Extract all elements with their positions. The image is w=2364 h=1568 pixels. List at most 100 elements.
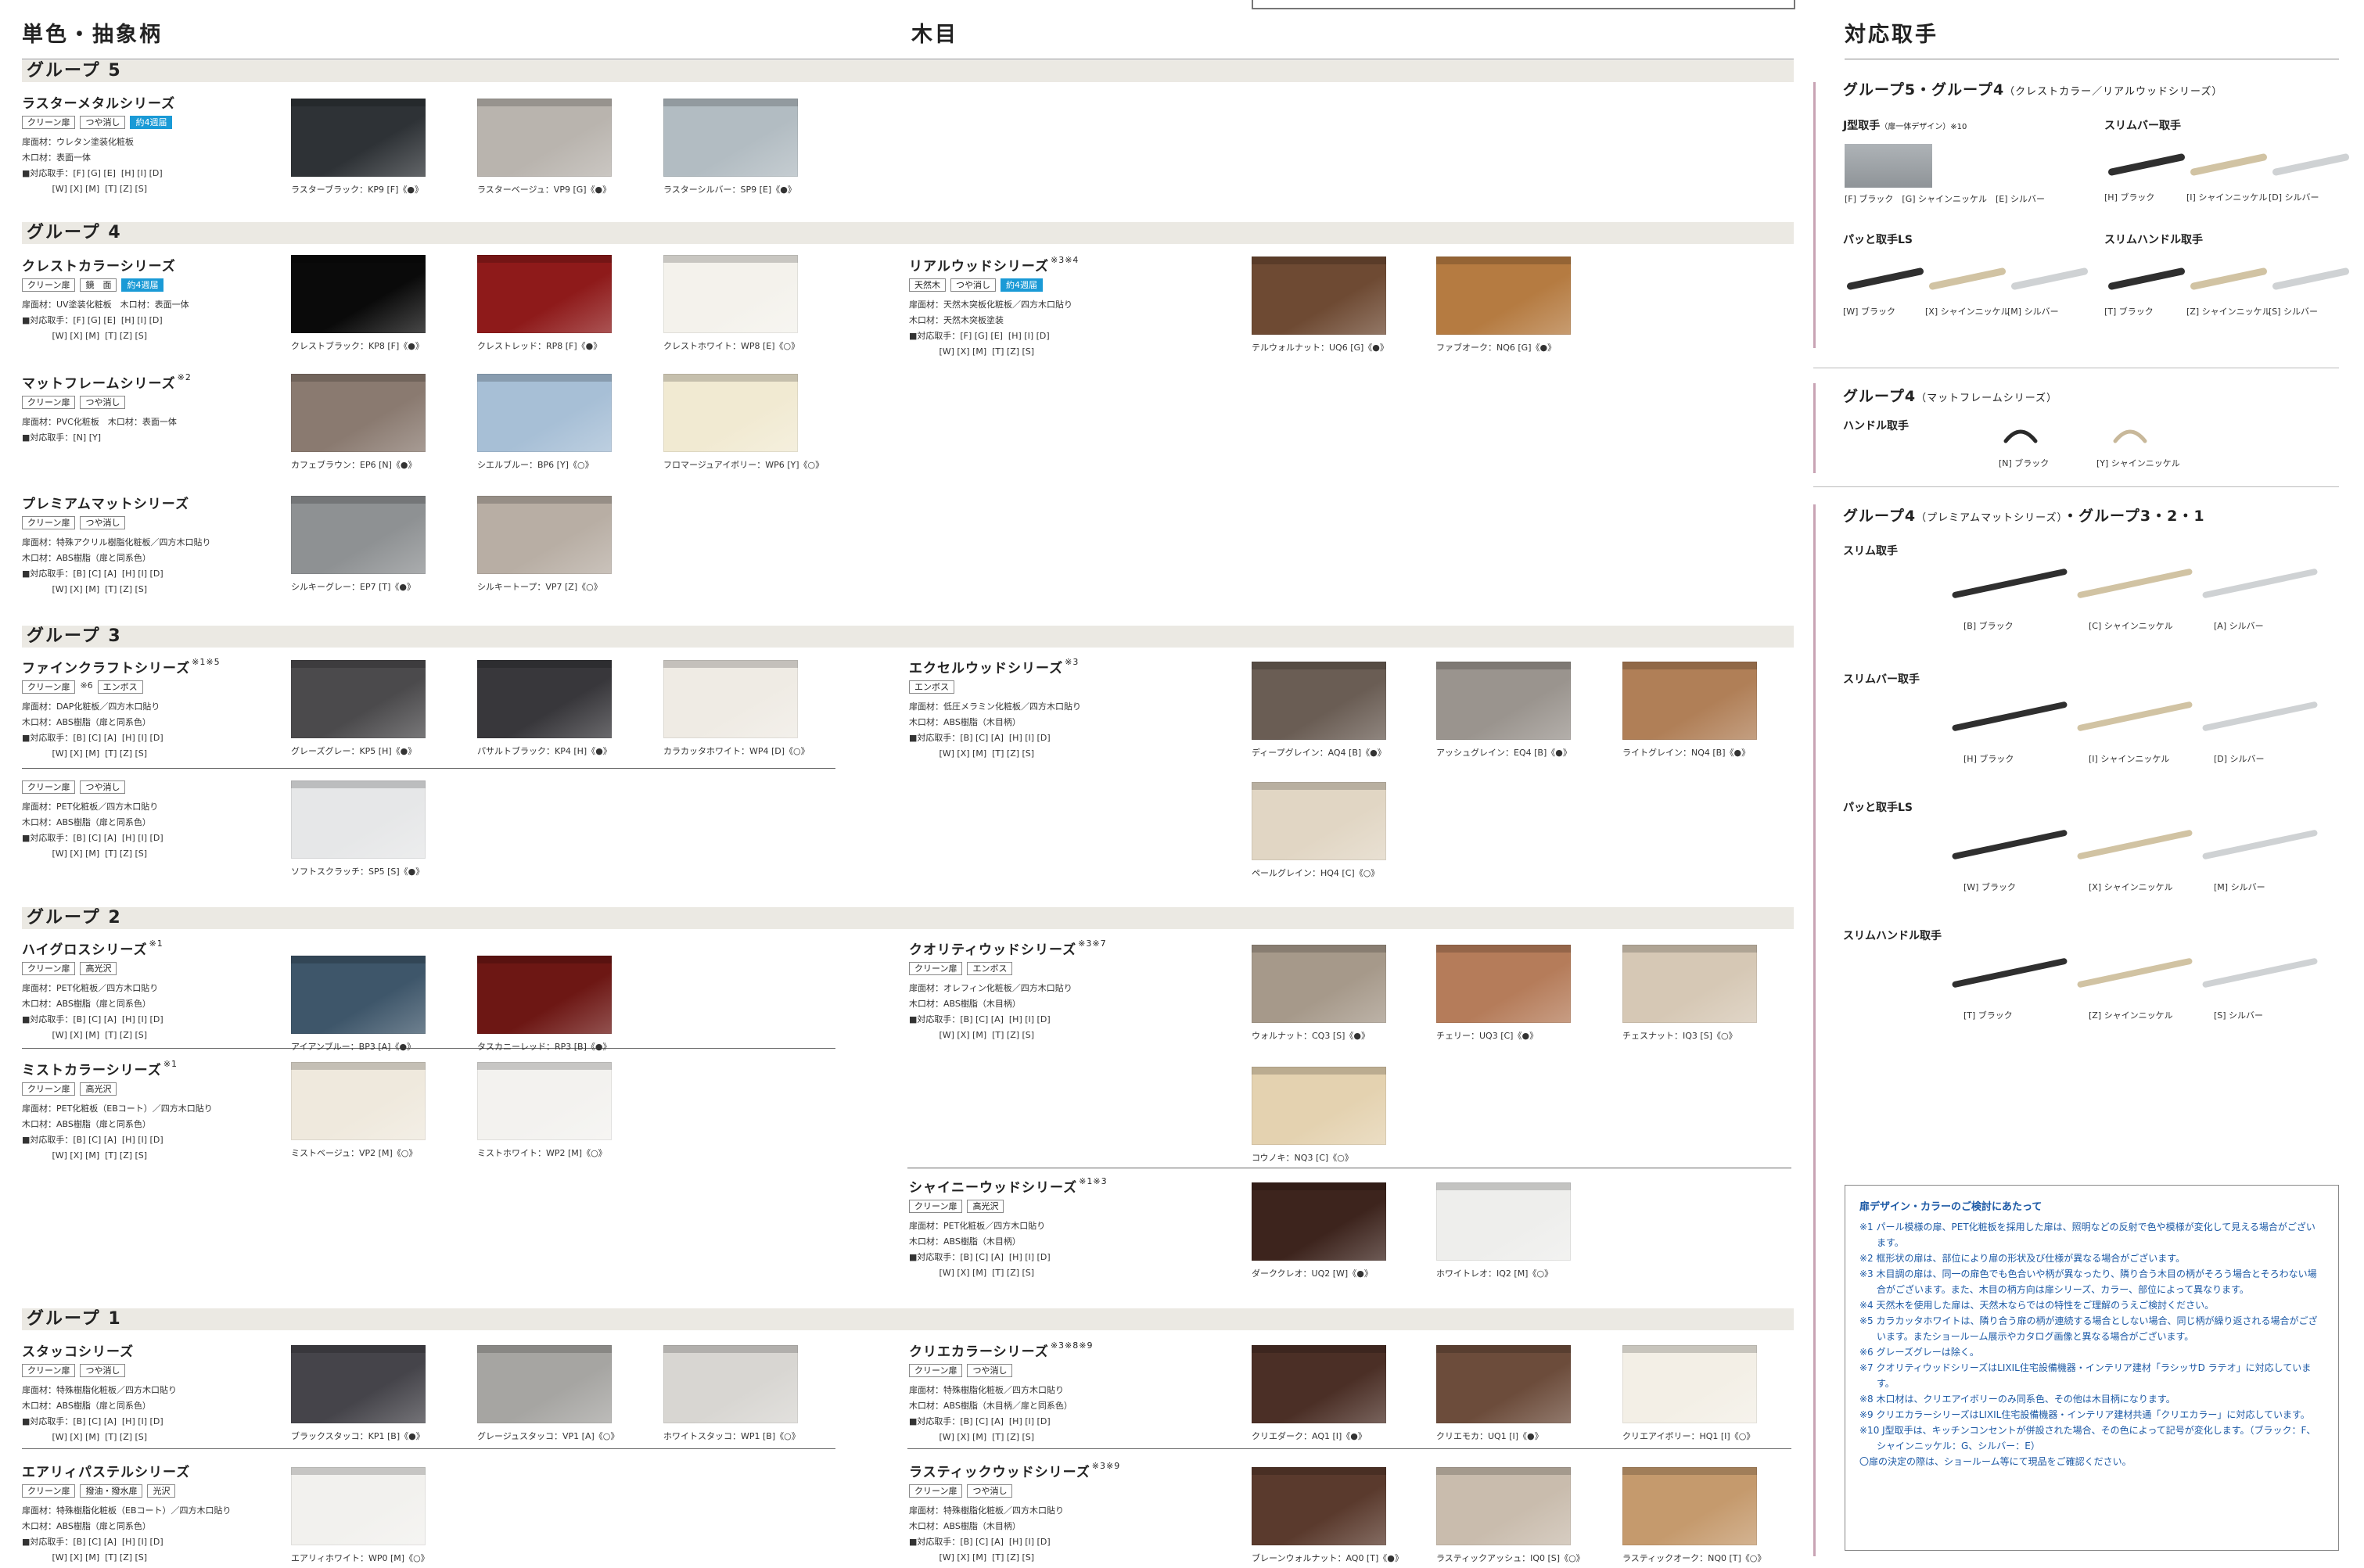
swatch-edge [1252, 257, 1386, 264]
pattols-title: パッと取手LS [1843, 234, 1913, 246]
series-title: クレストカラーシリーズ [22, 259, 176, 274]
slim-title: スリム取手 [1843, 545, 1898, 558]
swatch-edge [291, 1345, 426, 1353]
swatch-caption: ホワイトレオ：IQ2 [M]《○》 [1436, 1268, 1554, 1279]
swatch-caption: ディープグレイン：AQ4 [B]《●》 [1252, 748, 1386, 758]
handle-bar-icon [1928, 267, 2007, 291]
swatch-edge [1622, 1467, 1757, 1475]
swatch-edge [477, 255, 612, 263]
swatch-edge [1252, 782, 1386, 790]
swatch-edge [291, 780, 426, 788]
swatch-caption: ホワイトスタッコ：WP1 [B]《○》 [663, 1431, 800, 1441]
handle-bar-icon [1846, 267, 1924, 291]
feature-tag: クリーン扉 [22, 962, 76, 975]
handle-caption: [S] シルバー [2269, 307, 2319, 317]
door-swatch [477, 956, 612, 1034]
series-details: 扉面材：特殊アクリル樹脂化粧板／四方木口貼り 木口材：ABS樹脂（扉と同系色） … [22, 537, 211, 594]
feature-tag: 高光沢 [80, 1082, 117, 1096]
handle-caption: [Z] シャインニッケル [2089, 1010, 2173, 1021]
swatch-edge [663, 99, 798, 106]
door-swatch [1252, 945, 1386, 1023]
series-details: 扉面材：特殊樹脂化粧板／四方木口貼り 木口材：ABS樹脂（木目柄／扉と同系色） … [909, 1385, 1072, 1442]
handle-caption: [Y] シャインニッケル [2096, 458, 2180, 468]
handle-caption: [S] シルバー [2214, 1010, 2264, 1021]
door-swatch [1252, 1467, 1386, 1545]
separator [22, 1448, 835, 1449]
feature-tag: クリーン扉 [22, 1082, 76, 1096]
slimbar-title: スリムバー取手 [1843, 673, 1920, 686]
note-item: ※1 パール模様の扉、PET化粧板を採用した扉は、照明などの反射で色や模様が変化… [1859, 1222, 2315, 1248]
series-details: 扉面材：天然木突板化粧板／四方木口貼り 木口材：天然木突板塗装 ■対応取手：[F… [909, 300, 1072, 357]
column-header-solid: 単色・抽象柄 [22, 23, 163, 47]
handle-caption: [X] シャインニッケル [2089, 882, 2173, 892]
handle-caption: [M] シルバー [2007, 307, 2059, 317]
separator [907, 1448, 1791, 1449]
series-details: 扉面材：低圧メラミン化粧板／四方木口貼り 木口材：ABS樹脂（木目柄） ■対応取… [909, 701, 1081, 759]
swatch-caption: クレストホワイト：WP8 [E]《○》 [663, 341, 800, 351]
swatch-caption: ラスターブラック：KP9 [F]《●》 [291, 185, 423, 195]
door-swatch [1622, 1467, 1757, 1545]
handle-bar-icon [1951, 829, 2068, 860]
slimhandle-title: スリムハンドル取手 [2104, 234, 2203, 246]
group-bar-4: グループ 4 [22, 222, 1794, 244]
door-swatch [291, 780, 426, 859]
door-swatch [1436, 662, 1571, 740]
handle-caption: [M] シルバー [2214, 882, 2265, 892]
handle-caption: [C] シャインニッケル [2089, 621, 2173, 631]
swatch-caption: テルウォルナット：UQ6 [G]《●》 [1252, 343, 1389, 353]
notes-box: 扉デザイン・カラーのご検討にあたって ※1 パール模様の扉、PET化粧板を採用し… [1845, 1185, 2339, 1551]
swatch-edge [291, 374, 426, 382]
door-swatch [1436, 1182, 1571, 1261]
handle-bar-icon [2076, 829, 2193, 860]
note-item: ※9 クリエカラーシリーズはLIXIL住宅設備機器・インテリア建材共通「クリエカ… [1859, 1409, 2310, 1420]
handle-caption: [B] ブラック [1963, 621, 2014, 631]
handle-caption: [A] シルバー [2214, 621, 2264, 631]
door-swatch [477, 1062, 612, 1140]
separator [22, 768, 835, 769]
handle-bar-icon [2201, 701, 2319, 732]
handle-caption: [X] シャインニッケル [1925, 307, 2010, 317]
door-swatch [291, 660, 426, 738]
feature-tag: つや消し [80, 116, 126, 129]
door-swatch [663, 99, 798, 177]
swatch-caption: エアリィホワイト：WP0 [M]《○》 [291, 1553, 429, 1563]
group-bar-1: グループ 1 [22, 1308, 1794, 1330]
swatch-caption: クレストブラック：KP8 [F]《●》 [291, 341, 424, 351]
handle-bar-icon [2272, 152, 2350, 177]
door-swatch [477, 1345, 612, 1423]
handle-caption: [W] ブラック [1843, 307, 1895, 317]
pattols-title: パッと取手LS [1843, 802, 1913, 814]
feature-tag: 鏡 面 [80, 278, 117, 292]
note-item: ※6 グレーズグレーは除く。 [1859, 1347, 1979, 1358]
swatch-caption: アイアンブルー：BP3 [A]《●》 [291, 1042, 416, 1052]
swatch-edge [1252, 1345, 1386, 1353]
swatch-caption: グレージュスタッコ：VP1 [A]《○》 [477, 1431, 620, 1441]
swatch-edge [477, 496, 612, 504]
series-tags: クリーン扉 つや消し [22, 1364, 126, 1377]
handle-caption: [I] シャインニッケル [2186, 192, 2268, 203]
handle-caption: [W] ブラック [1963, 882, 2016, 892]
door-swatch [1622, 945, 1757, 1023]
handle-bar-icon [2107, 152, 2186, 177]
note-item: ※3 木目調の扉は、同一の扉色でも色合いや柄が異なったり、隣り合う木目の柄がそろ… [1859, 1268, 2317, 1295]
swatch-edge [1436, 662, 1571, 669]
door-swatch [1622, 1345, 1757, 1423]
swatch-edge [1436, 257, 1571, 264]
door-swatch [291, 1345, 426, 1423]
handle-bar-icon [2272, 267, 2350, 291]
door-swatch [663, 374, 798, 452]
swatch-caption: クレストレッド：RP8 [F]《●》 [477, 341, 602, 351]
handle-bar-icon [2107, 267, 2186, 291]
handle-nickel-icon [2112, 422, 2148, 446]
feature-tag: つや消し [950, 278, 996, 292]
swatch-caption: タスカニーレッド：RP3 [B]《●》 [477, 1042, 612, 1052]
notes-list: ※1 パール模様の扉、PET化粧板を採用した扉は、照明などの反射で色や模様が変化… [1859, 1219, 2324, 1469]
feature-tag: 撥油・撥水扉 [80, 1484, 143, 1498]
feature-tag: クリーン扉 [909, 1200, 963, 1213]
handle-bar-icon [2201, 829, 2319, 860]
note-item: ※7 クオリティウッドシリーズはLIXIL住宅設備機器・インテリア建材「ラシッサ… [1859, 1362, 2312, 1389]
handle-title: ハンドル取手 [1843, 420, 1909, 432]
swatch-caption: グレーズグレー：KP5 [H]《●》 [291, 746, 417, 756]
door-swatch [1252, 662, 1386, 740]
slimbar-title: スリムバー取手 [2104, 120, 2181, 132]
